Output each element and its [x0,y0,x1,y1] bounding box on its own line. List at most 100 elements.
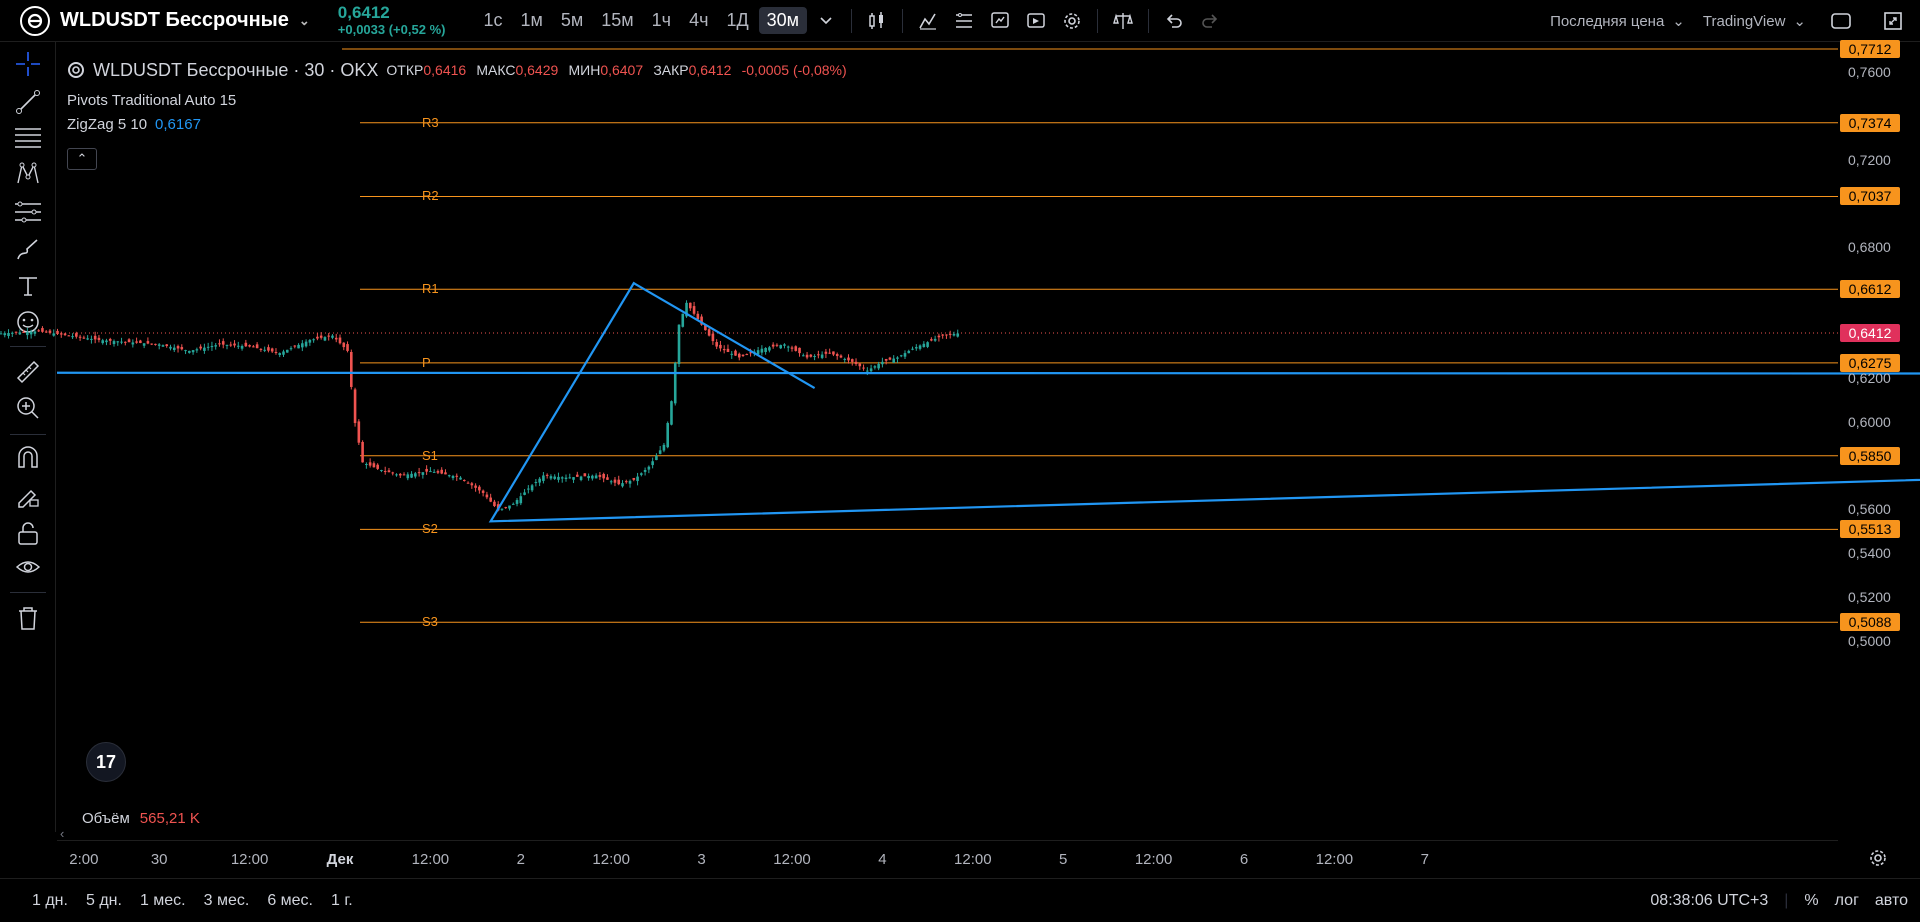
candle-body [240,346,244,349]
interval-5m[interactable]: 5м [553,7,591,34]
time-tick: 12:00 [230,851,269,868]
interval-dropdown-icon[interactable] [809,6,843,36]
candle-body [933,338,937,341]
candle-body [120,341,123,343]
candle-body [538,478,541,483]
bar-change: -0,0005 (-0,08%) [741,61,847,78]
candle-body [414,473,417,477]
alert-icon[interactable] [983,6,1017,36]
interval-1d[interactable]: 1Д [718,7,756,34]
candle-body [722,349,726,351]
chart-source-dropdown[interactable]: TradingView ⌄ [1703,12,1806,31]
indicator-pivots[interactable]: Pivots Traditional Auto 15 [67,88,853,112]
redo-icon[interactable] [1193,6,1227,36]
fib-retracement-icon[interactable] [12,122,44,154]
brush-icon[interactable] [12,234,44,266]
volume-value: 565,21 K [139,810,200,827]
legend-title[interactable]: WLDUSDT Бессрочные · 30 · OKX [93,60,378,81]
symbol-selector[interactable]: WLDUSDT Бессрочные ⌄ [60,9,310,32]
indicators-icon[interactable] [911,6,945,36]
eye-icon[interactable] [12,552,44,584]
range-1y[interactable]: 1 г. [331,892,353,910]
compare-scales-icon[interactable] [1106,6,1140,36]
range-1d[interactable]: 1 дн. [32,892,68,910]
candle-body [557,476,560,480]
percent-scale-toggle[interactable]: % [1804,892,1818,910]
candle-body [911,348,914,350]
collapse-legend-button[interactable]: ⌃ [67,148,97,170]
pivot-label-s2: S2 [422,521,438,537]
price-type-dropdown[interactable]: Последняя цена ⌄ [1550,12,1685,31]
time-tick: 5 [1059,851,1068,868]
range-5d[interactable]: 5 дн. [86,892,122,910]
trash-icon[interactable] [12,602,44,634]
interval-1s[interactable]: 1с [475,7,510,34]
clock[interactable]: 08:38:06 UTC+3 [1650,892,1768,910]
candle-body [915,347,918,349]
time-axis[interactable]: 2:00 30 12:00 Дек 12:00 2 12:00 3 12:00 4 12:00 5 12… [57,840,1838,878]
current-price-label: 0,6412 [1840,324,1900,342]
candle-body [926,342,929,347]
fullscreen-icon[interactable] [1876,6,1910,36]
replay-icon[interactable] [1019,6,1053,36]
candle-body [892,358,895,363]
candles-chart-type-icon[interactable] [860,6,894,36]
interval-30m[interactable]: 30м [758,7,808,34]
emoji-icon[interactable] [12,306,44,338]
candle-body [463,479,466,481]
tradingview-logo-icon[interactable]: 17 [86,742,126,782]
interval-1h[interactable]: 1ч [644,7,679,34]
interval-1m[interactable]: 1м [512,7,550,34]
undo-icon[interactable] [1157,6,1191,36]
range-6m[interactable]: 6 мес. [267,892,313,910]
candle-body [753,351,756,354]
top-level-price-label: 0,7712 [1840,39,1900,58]
window-icon[interactable] [1824,6,1858,36]
candle-body [131,342,135,345]
log-scale-toggle[interactable]: лог [1835,892,1859,910]
trendline-icon[interactable] [12,86,44,118]
interval-4h[interactable]: 4ч [681,7,716,34]
pivot-label-p: P [422,354,431,370]
candle-body [135,341,138,343]
forecast-tools-icon[interactable] [12,196,44,228]
indicator-zigzag[interactable]: ZigZag 5 10 0,6167 [67,112,853,136]
range-3m[interactable]: 3 мес. [204,892,250,910]
candle-body [331,335,334,338]
patterns-icon[interactable] [12,158,44,190]
toolbar-divider [10,592,46,593]
ruler-icon[interactable] [12,356,44,388]
unlock-icon[interactable] [12,518,44,550]
candle-body [376,464,379,469]
candle-body [342,342,346,348]
candle-body [756,350,760,355]
candle-body [583,473,587,477]
candle-body [372,463,376,468]
top-right-controls: Последняя цена ⌄ TradingView ⌄ [1550,0,1920,42]
drawing-toolbar [0,42,56,832]
indicator-templates-icon[interactable] [947,6,981,36]
candle-body [267,347,270,351]
magnet-icon[interactable] [12,442,44,474]
crosshair-icon[interactable] [12,48,44,80]
settings-gear-icon[interactable] [1055,6,1089,36]
scroll-left-icon[interactable]: ‹ [60,826,64,841]
auto-scale-toggle[interactable]: авто [1875,892,1908,910]
zoom-in-icon[interactable] [12,392,44,424]
lock-drawings-icon[interactable] [12,480,44,512]
text-tool-icon[interactable] [12,270,44,302]
candle-body [289,348,293,350]
candle-body [907,350,911,354]
indicator-pivots-label: Pivots Traditional Auto 15 [67,91,237,109]
interval-15m[interactable]: 15м [593,7,641,34]
candle-body [172,347,176,351]
candle-body [802,355,805,357]
candle-body [432,471,436,473]
axis-settings-gear-icon[interactable] [1868,848,1888,873]
pivot-price-label-r2: 0,7037 [1840,187,1900,206]
range-1m[interactable]: 1 мес. [140,892,186,910]
candle-body [786,346,790,348]
toolbar-divider [902,8,904,33]
price-chart[interactable] [0,0,1920,922]
candle-body [598,475,602,477]
